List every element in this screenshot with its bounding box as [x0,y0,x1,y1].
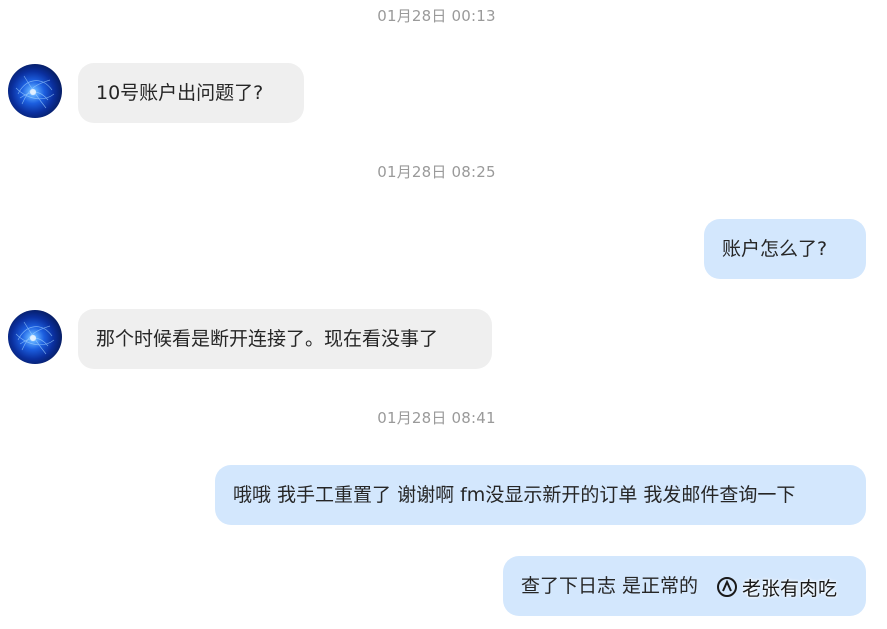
blue-orb-avatar-icon [15,321,55,355]
incoming-message-bubble[interactable]: 那个时候看是断开连接了。现在看没事了 [78,309,492,369]
message-timestamp: 01月28日 00:13 [377,7,496,25]
watermark-text: 老张有肉吃 [742,577,838,600]
contact-avatar[interactable] [8,64,62,118]
blue-orb-avatar-icon [15,75,55,109]
message-timestamp: 01月28日 08:25 [377,163,496,181]
outgoing-message-bubble[interactable]: 哦哦 我手工重置了 谢谢啊 fm没显示新开的订单 我发邮件查询一下 [215,465,866,525]
zhihu-logo-icon [717,577,737,597]
contact-avatar[interactable] [8,310,62,364]
chat-thread: 01月28日 00:13 10号账户出问题了? 01月28日 08:25 账户怎… [0,0,887,629]
outgoing-message-bubble[interactable]: 账户怎么了? [704,219,866,279]
watermark: 老张有肉吃 [716,572,837,602]
incoming-message-bubble[interactable]: 10号账户出问题了? [78,63,304,123]
message-timestamp: 01月28日 08:41 [377,409,496,427]
